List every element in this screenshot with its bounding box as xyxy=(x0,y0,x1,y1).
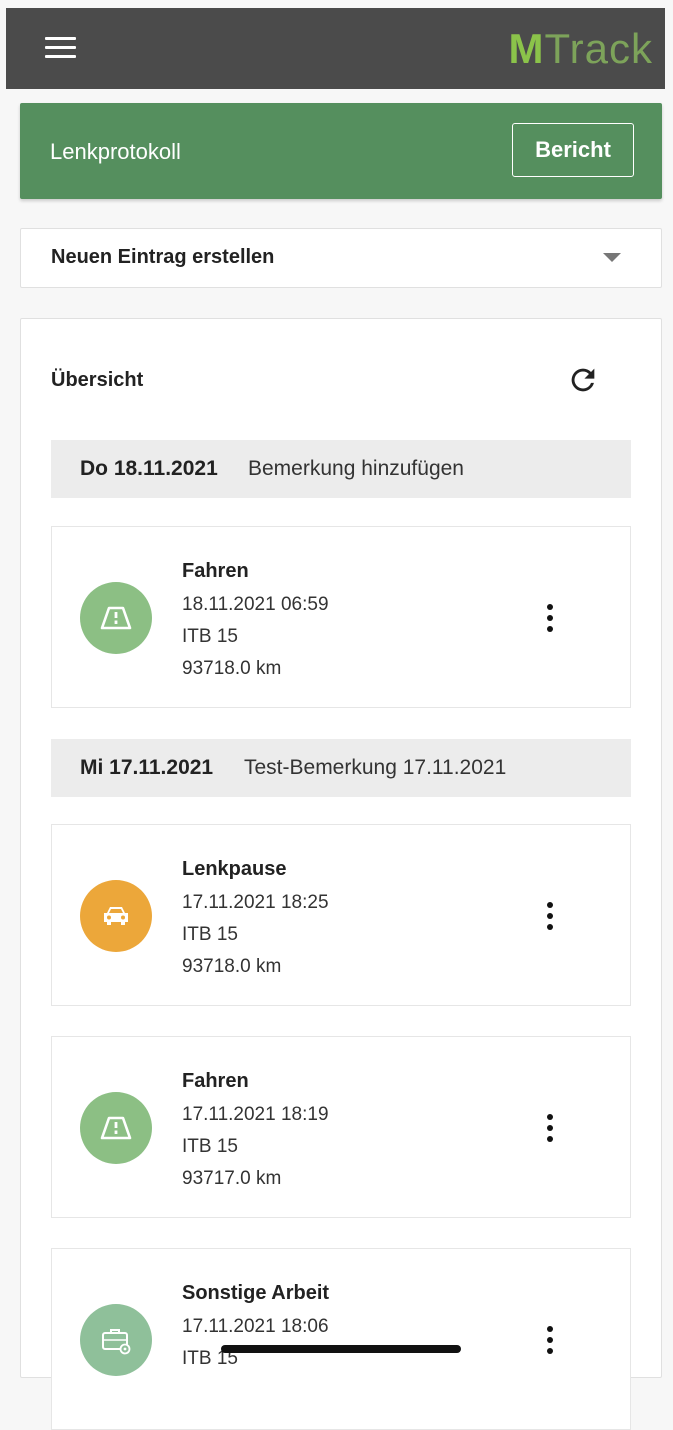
briefcase-gear-icon xyxy=(80,1304,152,1376)
page-title: Lenkprotokoll xyxy=(50,139,181,164)
entry-vehicle: ITB 15 xyxy=(182,1136,238,1157)
entry-type: Fahren xyxy=(182,560,249,582)
entry-km xyxy=(182,1377,329,1409)
more-options-icon[interactable] xyxy=(538,1321,562,1361)
more-options-icon[interactable] xyxy=(538,1109,562,1149)
day-header: Do 18.11.2021 Bemerkung hinzufügen xyxy=(51,440,631,498)
entry-datetime: 17.11.2021 18:06 xyxy=(182,1316,329,1337)
entry-vehicle: ITB 15 xyxy=(182,626,238,647)
new-entry-label: Neuen Eintrag erstellen xyxy=(51,246,275,268)
entry-km: 93718.0 km xyxy=(182,956,282,977)
app-logo: MTrack xyxy=(508,25,653,72)
menu-icon[interactable] xyxy=(42,32,80,62)
entry-datetime: 17.11.2021 18:19 xyxy=(182,1104,329,1125)
log-entry[interactable]: Lenkpause 17.11.2021 18:25 ITB 15 93718.… xyxy=(51,824,631,1006)
day-date: Do 18.11.2021 xyxy=(80,457,218,480)
entry-type: Fahren xyxy=(182,1070,249,1092)
caret-down-icon xyxy=(603,253,621,262)
log-entry[interactable]: Fahren 17.11.2021 18:19 ITB 15 93717.0 k… xyxy=(51,1036,631,1218)
road-icon xyxy=(80,1092,152,1164)
more-options-icon[interactable] xyxy=(538,599,562,639)
entry-type: Lenkpause xyxy=(182,858,287,880)
new-entry-dropdown[interactable]: Neuen Eintrag erstellen xyxy=(20,228,662,288)
overview-title: Übersicht xyxy=(51,369,144,391)
app-bar: MTrack xyxy=(6,8,665,89)
log-entry[interactable]: Sonstige Arbeit 17.11.2021 18:06 ITB 15 xyxy=(51,1248,631,1430)
day-header: Mi 17.11.2021 Test-Bemerkung 17.11.2021 xyxy=(51,739,631,797)
road-icon xyxy=(80,582,152,654)
home-indicator[interactable] xyxy=(221,1345,461,1353)
refresh-icon[interactable] xyxy=(566,363,600,397)
log-entry[interactable]: Fahren 18.11.2021 06:59 ITB 15 93718.0 k… xyxy=(51,526,631,708)
entry-vehicle: ITB 15 xyxy=(182,924,238,945)
entry-km: 93718.0 km xyxy=(182,658,282,679)
more-options-icon[interactable] xyxy=(538,897,562,937)
entry-type: Sonstige Arbeit xyxy=(182,1282,330,1304)
overview-panel: Übersicht Do 18.11.2021 Bemerkung hinzuf… xyxy=(20,318,662,1430)
entry-km: 93717.0 km xyxy=(182,1168,282,1189)
day-date: Mi 17.11.2021 xyxy=(80,756,214,779)
day-note[interactable]: Test-Bemerkung 17.11.2021 xyxy=(244,756,506,780)
page-header: Lenkprotokoll Bericht xyxy=(20,103,662,199)
entry-datetime: 17.11.2021 18:25 xyxy=(182,892,329,913)
car-icon xyxy=(80,880,152,952)
day-note-add[interactable]: Bemerkung hinzufügen xyxy=(248,457,464,481)
entry-datetime: 18.11.2021 06:59 xyxy=(182,594,329,615)
report-button[interactable]: Bericht xyxy=(512,123,634,177)
